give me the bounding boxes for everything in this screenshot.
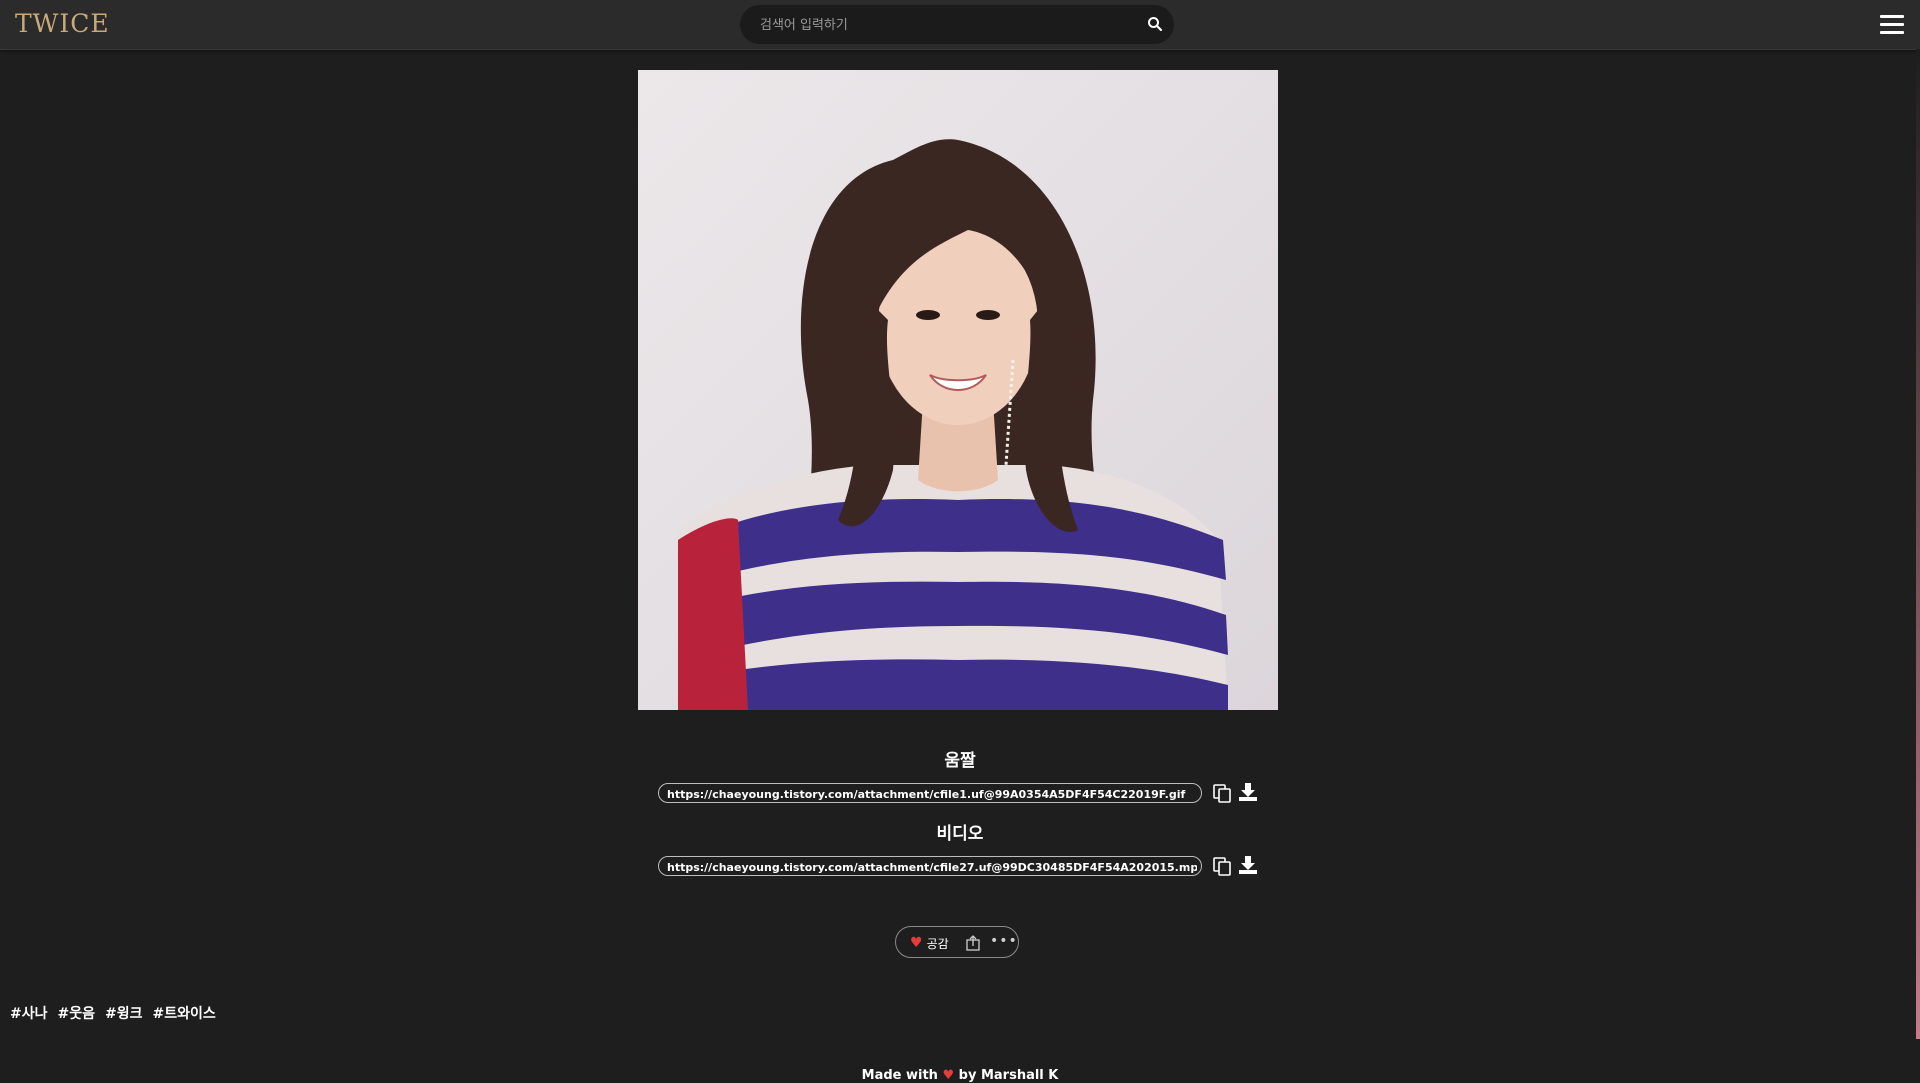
site-logo[interactable]: TWICE: [15, 9, 110, 38]
video-url-field[interactable]: [658, 856, 1202, 876]
reaction-bar: ♥ 공감 •••: [895, 926, 1019, 958]
download-icon[interactable]: [1237, 781, 1259, 803]
footer-prefix: Made with: [861, 1068, 938, 1083]
post-photo: [638, 70, 1278, 710]
like-label: 공감: [926, 936, 949, 951]
share-icon[interactable]: [966, 935, 980, 951]
gif-section-title: 움짤: [944, 751, 976, 771]
heart-icon: ♥: [910, 935, 923, 951]
portrait-image: [638, 70, 1278, 710]
hamburger-menu-icon[interactable]: [1880, 15, 1904, 35]
copy-icon[interactable]: [1211, 855, 1233, 877]
heart-icon: ♥: [942, 1068, 955, 1083]
gif-url-field[interactable]: [658, 783, 1202, 803]
tag-link[interactable]: #윙크: [105, 1003, 143, 1023]
gif-url-input[interactable]: [665, 785, 1199, 803]
search-bar: [740, 5, 1174, 44]
more-options-icon[interactable]: •••: [990, 933, 1018, 949]
footer-credit: Made with ♥ by Marshall K: [0, 1068, 1920, 1083]
tag-list: #사나 #웃음 #윙크 #트와이스: [10, 1003, 216, 1023]
download-icon[interactable]: [1237, 854, 1259, 876]
search-icon[interactable]: [1147, 16, 1163, 32]
top-navigation-bar: TWICE: [0, 0, 1920, 50]
video-section-title: 비디오: [936, 824, 984, 844]
search-input[interactable]: [758, 13, 1142, 37]
tag-link[interactable]: #웃음: [58, 1003, 96, 1023]
video-url-input[interactable]: [665, 858, 1199, 876]
tag-link[interactable]: #사나: [10, 1003, 48, 1023]
tag-link[interactable]: #트와이스: [153, 1003, 216, 1023]
copy-icon[interactable]: [1211, 782, 1233, 804]
footer-suffix: by Marshall K: [958, 1068, 1059, 1083]
page-edge-accent: [1916, 49, 1920, 1039]
like-button[interactable]: ♥ 공감: [910, 934, 949, 952]
